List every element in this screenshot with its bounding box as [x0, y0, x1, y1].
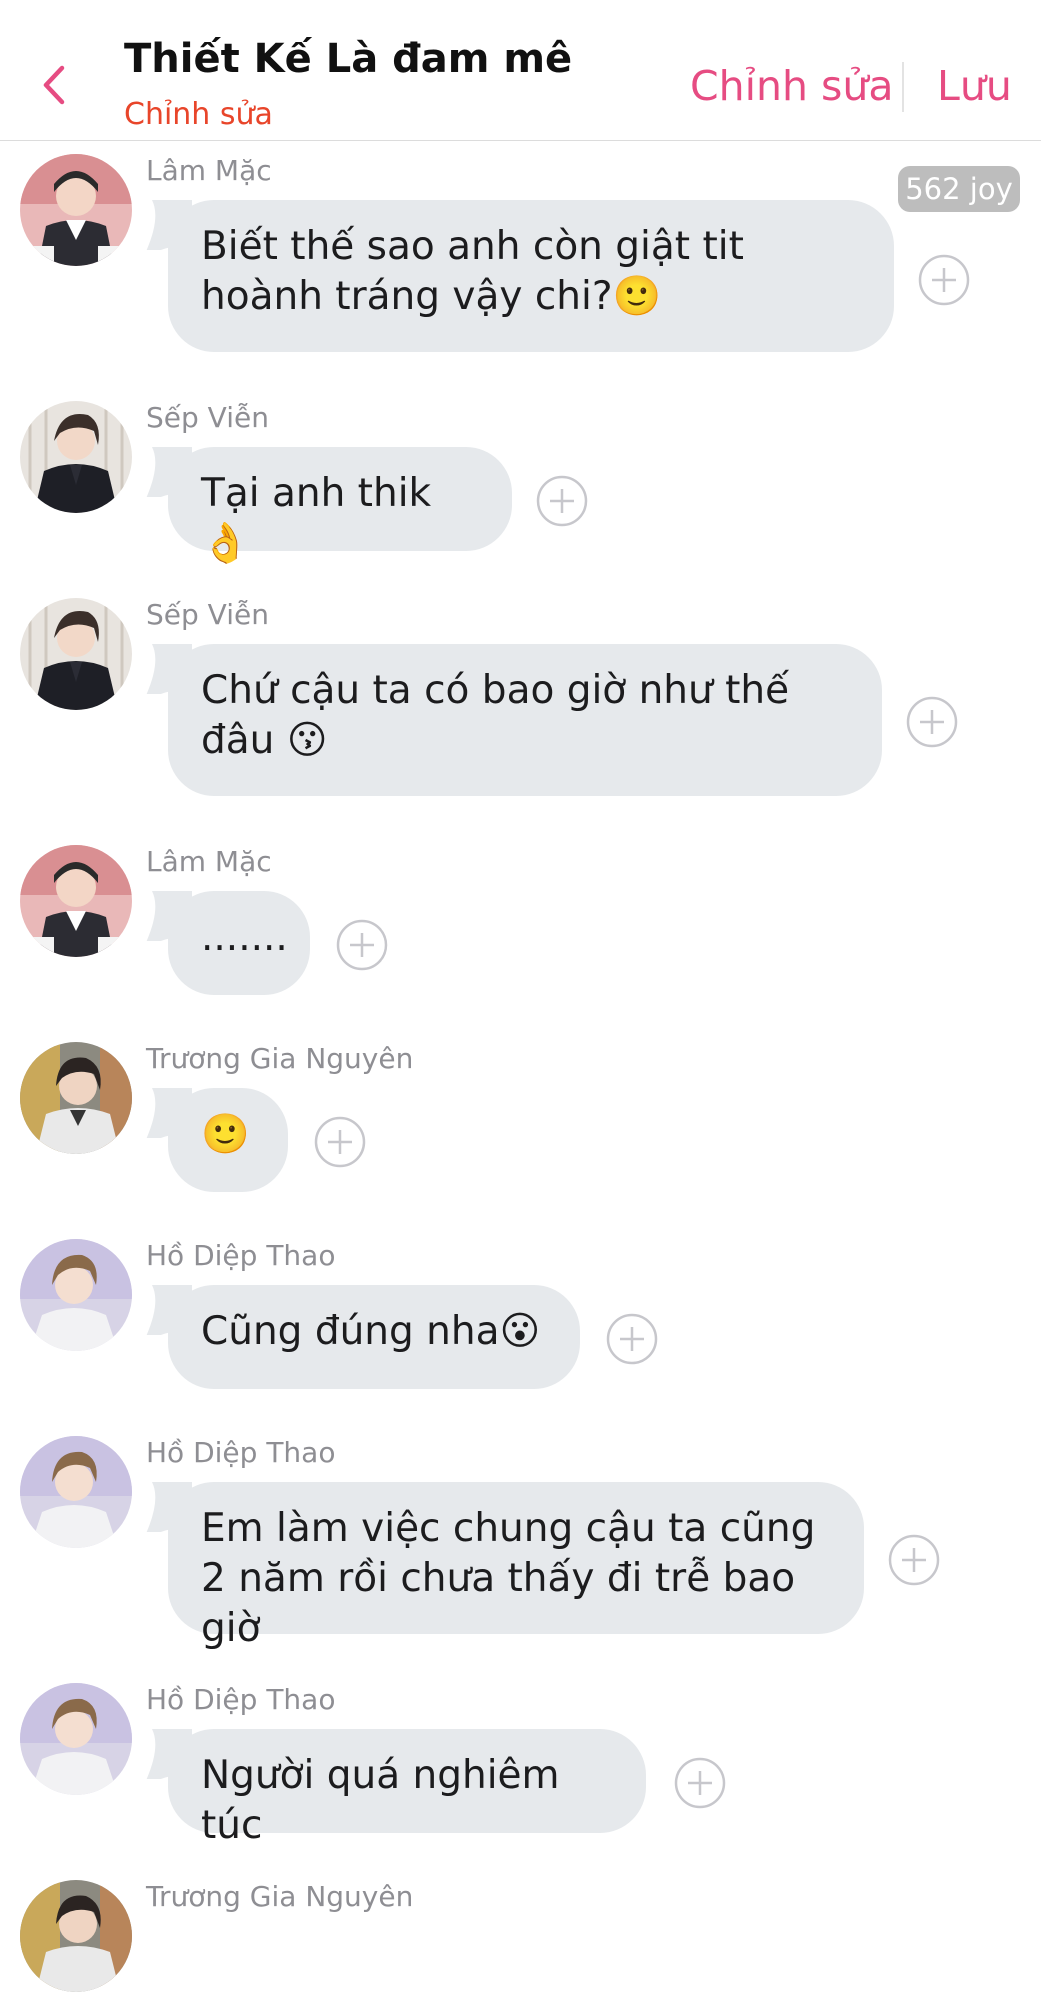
add-reaction-plus-icon[interactable] — [336, 919, 388, 971]
back-button[interactable] — [36, 60, 76, 110]
message-bubble[interactable]: ....... — [168, 891, 310, 995]
avatar-lam-mac[interactable] — [20, 154, 132, 266]
chevron-left-icon — [43, 65, 65, 105]
add-reaction-plus-icon[interactable] — [606, 1313, 658, 1365]
message-text: Chứ cậu ta có bao giờ như thế đâu 😗 — [201, 668, 790, 763]
message-bubble[interactable]: Người quá nghiêm túc — [168, 1729, 646, 1848]
save-button[interactable]: Lưu — [937, 62, 1012, 110]
message-text: Người quá nghiêm túc — [201, 1753, 560, 1848]
sender-name: Sếp Viễn — [146, 401, 269, 434]
message-text: Biết thế sao anh còn giật tit hoành trán… — [201, 224, 744, 319]
message-bubble[interactable]: Biết thế sao anh còn giật tit hoành trán… — [168, 200, 894, 352]
message-bubble[interactable]: Em làm việc chung cậu ta cũng 2 năm rồi … — [168, 1482, 864, 1651]
message-bubble[interactable]: Tại anh thik 👌 — [168, 447, 512, 566]
add-reaction-plus-icon[interactable] — [536, 475, 588, 527]
header-divider — [902, 62, 904, 112]
message-text: Cũng đúng nha😮 — [201, 1309, 541, 1354]
sender-name: Sếp Viễn — [146, 598, 269, 631]
sender-name: Trương Gia Nguyên — [146, 1042, 414, 1075]
sender-name: Hồ Diệp Thao — [146, 1436, 336, 1469]
avatar-ho-diep-thao[interactable] — [20, 1683, 132, 1795]
sender-name: Trương Gia Nguyên — [146, 1880, 414, 1913]
add-reaction-plus-icon[interactable] — [674, 1757, 726, 1809]
message-text: ....... — [201, 915, 288, 960]
chat-title: Thiết Kế Là đam mê — [124, 36, 573, 82]
message-bubble[interactable]: Cũng đúng nha😮 — [168, 1285, 580, 1389]
sender-name: Lâm Mặc — [146, 845, 272, 878]
message-bubble[interactable]: 🙂 — [168, 1088, 288, 1192]
avatar-truong-gia-nguyen[interactable] — [20, 1880, 132, 1992]
joy-badge: 562 joy — [898, 166, 1020, 212]
sender-name: Hồ Diệp Thao — [146, 1683, 336, 1716]
chat-header: Thiết Kế Là đam mê Chỉnh sửa Chỉnh sửa L… — [0, 0, 1041, 141]
sender-name: Hồ Diệp Thao — [146, 1239, 336, 1272]
sender-name: Lâm Mặc — [146, 154, 272, 187]
avatar-ho-diep-thao[interactable] — [20, 1239, 132, 1351]
add-reaction-plus-icon[interactable] — [888, 1534, 940, 1586]
avatar-truong-gia-nguyen[interactable] — [20, 1042, 132, 1154]
chat-subtitle[interactable]: Chỉnh sửa — [124, 97, 273, 132]
message-text: 🙂 — [201, 1112, 250, 1157]
avatar-sep-vien[interactable] — [20, 598, 132, 710]
message-text: Em làm việc chung cậu ta cũng 2 năm rồi … — [201, 1506, 816, 1651]
add-reaction-plus-icon[interactable] — [314, 1116, 366, 1168]
add-reaction-plus-icon[interactable] — [918, 254, 970, 306]
message-bubble[interactable]: Chứ cậu ta có bao giờ như thế đâu 😗 — [168, 644, 882, 796]
avatar-ho-diep-thao[interactable] — [20, 1436, 132, 1548]
message-text: Tại anh thik 👌 — [201, 471, 432, 566]
avatar-lam-mac[interactable] — [20, 845, 132, 957]
edit-button[interactable]: Chỉnh sửa — [690, 62, 893, 110]
avatar-sep-vien[interactable] — [20, 401, 132, 513]
add-reaction-plus-icon[interactable] — [906, 696, 958, 748]
